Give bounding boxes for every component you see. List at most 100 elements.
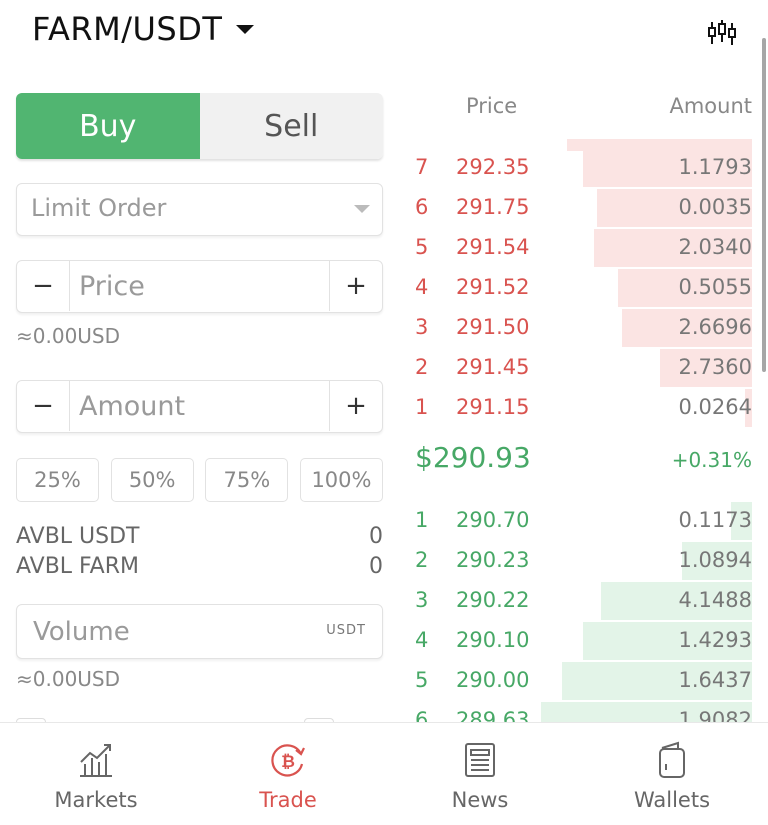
- ask-idx: 5: [415, 235, 429, 259]
- ask-row[interactable]: 7 292.35 1.1793: [400, 148, 752, 188]
- ask-price: 292.35: [456, 155, 530, 179]
- nav-markets[interactable]: Markets: [0, 723, 192, 825]
- amount-decrease-button[interactable]: −: [17, 381, 70, 431]
- tab-buy[interactable]: Buy: [16, 93, 200, 159]
- bid-price: 290.23: [456, 548, 530, 572]
- bid-amount: 1.4293: [678, 628, 752, 652]
- ask-amount: 2.6696: [678, 315, 752, 339]
- ask-row[interactable]: 3 291.50 2.6696: [400, 308, 752, 348]
- amount-stepper: − Amount +: [16, 380, 383, 433]
- ask-row[interactable]: 6 291.75 0.0035: [400, 188, 752, 228]
- bid-row[interactable]: 6 289.63 1.9082: [400, 701, 752, 723]
- ask-amount: 0.0035: [678, 195, 752, 219]
- candlestick-chart-icon[interactable]: [706, 18, 738, 48]
- ask-price: 291.75: [456, 195, 530, 219]
- ask-idx: 4: [415, 275, 429, 299]
- price-input[interactable]: Price: [79, 271, 145, 302]
- ask-price: 291.45: [456, 355, 530, 379]
- bid-price: 290.00: [456, 668, 530, 692]
- tab-sell[interactable]: Sell: [199, 93, 383, 159]
- ask-amount: 2.7360: [678, 355, 752, 379]
- order-type-select[interactable]: Limit Order: [16, 183, 383, 236]
- ask-row[interactable]: 1 291.15 0.0264: [400, 388, 752, 428]
- amount-increase-button[interactable]: +: [329, 381, 382, 431]
- orderbook-amount-header: Amount: [669, 94, 752, 118]
- nav-trade[interactable]: ₿ Trade: [192, 723, 384, 825]
- avbl-farm-row: AVBL FARM 0: [16, 554, 383, 579]
- price-usd-estimate: ≈0.00USD: [16, 324, 121, 348]
- nav-news-label: News: [451, 788, 509, 812]
- percent-100-button[interactable]: 100%: [299, 458, 383, 502]
- price-decrease-button[interactable]: −: [17, 261, 70, 311]
- pair-selector[interactable]: FARM/USDT: [32, 10, 255, 48]
- avbl-usdt-row: AVBL USDT 0: [16, 524, 383, 549]
- ask-row[interactable]: 2 291.45 2.7360: [400, 348, 752, 388]
- newspaper-icon: [465, 743, 495, 777]
- scrollbar[interactable]: [762, 38, 766, 372]
- amount-input[interactable]: Amount: [79, 391, 185, 422]
- markets-chart-icon: [80, 744, 112, 777]
- ask-price: 291.54: [456, 235, 530, 259]
- avbl-usdt-label: AVBL USDT: [16, 524, 140, 549]
- avbl-farm-value: 0: [369, 554, 383, 579]
- price-increase-button[interactable]: +: [329, 261, 382, 311]
- ask-row[interactable]: 5 291.54 2.0340: [400, 228, 752, 268]
- nav-trade-label: Trade: [259, 788, 317, 812]
- bid-price: 289.63: [456, 708, 530, 723]
- bid-idx: 2: [415, 548, 429, 572]
- ask-price: 291.15: [456, 395, 530, 419]
- bid-amount: 1.6437: [678, 668, 752, 692]
- volume-input[interactable]: Volume: [33, 617, 130, 647]
- volume-unit: USDT: [326, 623, 366, 638]
- bottom-nav: Markets ₿ Trade News Wallets: [0, 722, 768, 825]
- bid-amount: 0.1173: [678, 508, 752, 532]
- bid-idx: 1: [415, 508, 429, 532]
- bid-row[interactable]: 5 290.00 1.6437: [400, 661, 752, 701]
- ask-idx: 7: [415, 155, 429, 179]
- bid-row[interactable]: 1 290.70 0.1173: [400, 501, 752, 541]
- orderbook-bids: 1 290.70 0.1173 2 290.23 1.0894 3 290.22 4.1488 4…: [400, 501, 752, 723]
- percent-25-button[interactable]: 25%: [16, 458, 99, 502]
- nav-markets-label: Markets: [54, 788, 138, 812]
- bid-row[interactable]: 3 290.22 4.1488: [400, 581, 752, 621]
- price-stepper: − Price +: [16, 260, 383, 313]
- nav-wallets[interactable]: Wallets: [576, 723, 768, 825]
- ask-amount: 0.5055: [678, 275, 752, 299]
- percent-buttons: 25% 50% 75% 100%: [16, 458, 383, 502]
- bid-price: 290.22: [456, 588, 530, 612]
- ask-row[interactable]: 4 291.52 0.5055: [400, 268, 752, 308]
- volume-usd-estimate: ≈0.00USD: [16, 667, 121, 691]
- ask-price: 291.52: [456, 275, 530, 299]
- bid-idx: 5: [415, 668, 429, 692]
- svg-text:₿: ₿: [281, 752, 295, 772]
- percent-75-button[interactable]: 75%: [205, 458, 289, 502]
- volume-field[interactable]: Volume USDT: [16, 604, 383, 659]
- bitcoin-trade-icon: ₿: [271, 744, 305, 777]
- ask-idx: 3: [415, 315, 429, 339]
- bid-amount: 1.0894: [678, 548, 752, 572]
- ask-amount: 0.0264: [678, 395, 752, 419]
- ask-idx: 2: [415, 355, 429, 379]
- bid-idx: 3: [415, 588, 429, 612]
- side-tabs: Buy Sell: [16, 93, 383, 159]
- order-type-value: Limit Order: [31, 194, 167, 222]
- avbl-usdt-value: 0: [369, 524, 383, 549]
- price-change: +0.31%: [671, 448, 752, 472]
- percent-50-button[interactable]: 50%: [110, 458, 194, 502]
- bid-amount: 4.1488: [678, 588, 752, 612]
- avbl-farm-label: AVBL FARM: [16, 554, 139, 579]
- bid-row[interactable]: 4 290.10 1.4293: [400, 621, 752, 661]
- bid-amount: 1.9082: [678, 708, 752, 723]
- bid-price: 290.70: [456, 508, 530, 532]
- ask-idx: 1: [415, 395, 429, 419]
- caret-down-icon: [236, 24, 255, 34]
- header: FARM/USDT: [0, 0, 768, 64]
- bid-idx: 6: [415, 708, 429, 723]
- last-price: $290.93: [415, 441, 531, 474]
- bid-idx: 4: [415, 628, 429, 652]
- nav-news[interactable]: News: [384, 723, 576, 825]
- bid-row[interactable]: 2 290.23 1.0894: [400, 541, 752, 581]
- ask-amount: 2.0340: [678, 235, 752, 259]
- ask-idx: 6: [415, 195, 429, 219]
- pair-title: FARM/USDT: [32, 10, 223, 48]
